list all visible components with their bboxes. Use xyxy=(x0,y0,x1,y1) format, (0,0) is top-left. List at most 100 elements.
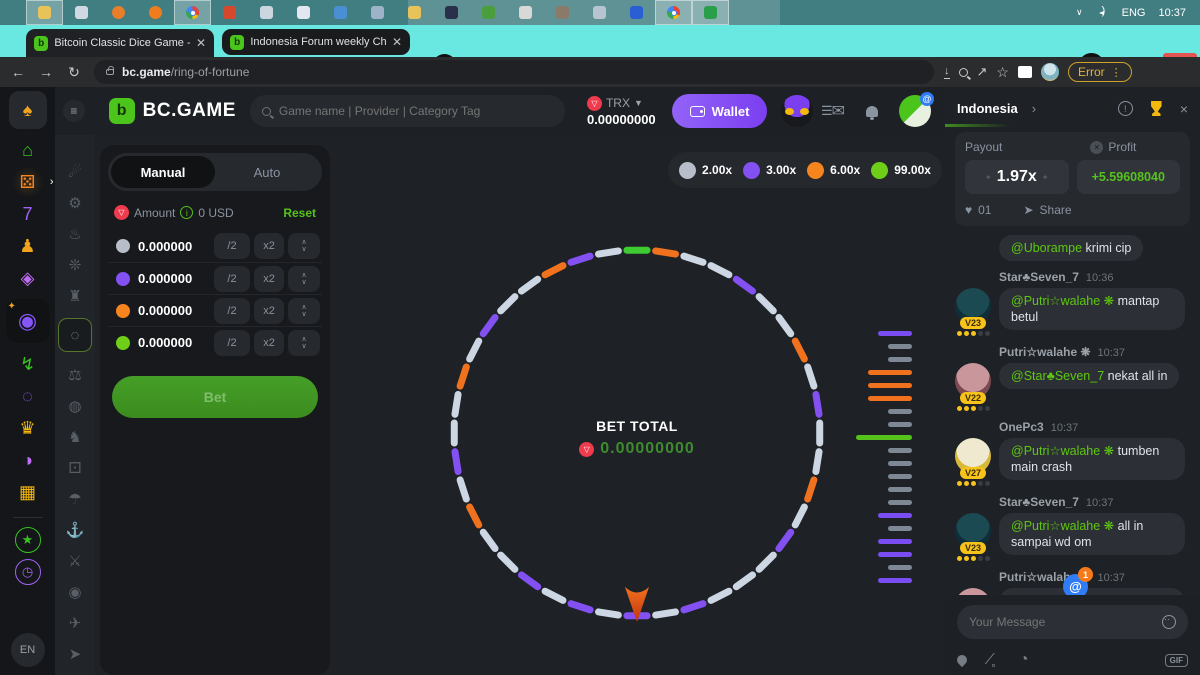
forward-button[interactable]: → xyxy=(32,64,60,80)
chat-bubble[interactable]: @Putri☆walahe ❋ tumben main crash xyxy=(999,438,1185,480)
address-bar[interactable]: bc.game/ring-of-fortune xyxy=(94,60,934,84)
firefox-icon[interactable] xyxy=(137,0,174,25)
nav-sports-icon[interactable]: 7 xyxy=(11,199,45,229)
slash-command-icon[interactable]: ∕˳ xyxy=(989,651,997,669)
tray-chevron-icon[interactable]: ∨ xyxy=(1076,7,1083,18)
nav-vip-icon[interactable]: ♛ xyxy=(11,413,45,443)
game-roulette-icon[interactable]: ⚓ xyxy=(66,521,84,538)
screen-capture-icon[interactable] xyxy=(581,0,618,25)
username[interactable]: OnePc3 xyxy=(999,420,1044,434)
chat-room-name[interactable]: Indonesia xyxy=(957,101,1018,116)
avatar[interactable] xyxy=(955,588,991,595)
game-plinko-icon[interactable]: ⚙ xyxy=(66,194,84,211)
tab1-close-icon[interactable]: ✕ xyxy=(196,36,206,50)
volume-icon[interactable] xyxy=(1096,8,1109,18)
share-icon[interactable]: ↗ xyxy=(977,64,988,80)
nav-casino-icon[interactable]: ⚄› xyxy=(11,167,45,197)
chrome-icon[interactable] xyxy=(174,0,211,25)
browser-menu-icon[interactable]: ⋮ xyxy=(1111,66,1122,79)
media-encoder-icon[interactable] xyxy=(618,0,655,25)
nav-live-casino-icon[interactable]: ♟ xyxy=(11,231,45,261)
rain-icon[interactable] xyxy=(955,653,969,667)
chat-rules-icon[interactable]: ! xyxy=(1118,101,1133,116)
share-label[interactable]: Share xyxy=(1040,203,1072,217)
game-search-input[interactable] xyxy=(279,104,553,118)
pidgin-icon[interactable] xyxy=(433,0,470,25)
side-panel-icon[interactable] xyxy=(1018,66,1032,78)
tab2-close-icon[interactable]: ✕ xyxy=(392,35,402,49)
shared-bet-card[interactable]: Payout ✕Profit ✦1.97x✦ +5.59608040 ♥ 01 xyxy=(955,132,1190,226)
game-rocket-icon[interactable]: ➤ xyxy=(66,645,84,662)
chrome-profile-icon[interactable] xyxy=(655,0,692,25)
chat-bubble[interactable]: @Putri☆walahe ❋ mantap betul xyxy=(999,288,1185,330)
chat-close-icon[interactable]: × xyxy=(1180,101,1188,117)
user-avatar[interactable] xyxy=(781,95,812,127)
game-swords-icon[interactable]: ⚔ xyxy=(66,552,84,569)
game-keno-icon[interactable]: ♞ xyxy=(66,428,84,445)
nav-home-icon[interactable]: ⌂ xyxy=(11,135,45,165)
chat-room-chevron-icon[interactable]: › xyxy=(1032,101,1036,116)
coco-ball-icon[interactable]: ◔ xyxy=(1019,651,1029,669)
balance-widget[interactable]: ▽ TRX ▼ 0.00000000 xyxy=(587,96,656,127)
username[interactable]: Star♣Seven_7 xyxy=(999,270,1079,284)
game-limbo-icon[interactable]: ☂ xyxy=(66,490,84,507)
chat-bubble[interactable]: @Putri☆walahe ❋ all in sampai wd om xyxy=(999,513,1185,555)
mention-link[interactable]: @Star♣Seven_7 xyxy=(1011,369,1104,383)
file-explorer-icon[interactable] xyxy=(26,0,63,25)
game-wheel-icon[interactable]: ◉ xyxy=(66,583,84,600)
game-search[interactable] xyxy=(250,95,565,127)
emoji-icon[interactable] xyxy=(1162,615,1176,629)
browser-tab-1[interactable]: b Bitcoin Classic Dice Game - Play D ✕ xyxy=(26,29,214,57)
game-jet-icon[interactable]: ✈ xyxy=(66,614,84,631)
browser-profile-avatar[interactable] xyxy=(1041,63,1059,81)
paint-icon[interactable] xyxy=(322,0,359,25)
account-menu-icon[interactable]: ☰ xyxy=(821,103,832,119)
brand-logo[interactable]: b BC.GAME xyxy=(109,98,236,124)
language-button[interactable]: EN xyxy=(11,633,45,667)
magnifier-icon[interactable] xyxy=(359,0,396,25)
chat-bubble[interactable]: @Uborampe krimi cip xyxy=(999,235,1143,261)
browser-tab-2[interactable]: b Indonesia Forum weekly Challeng ✕ xyxy=(222,29,410,55)
notifications-bell-icon[interactable] xyxy=(866,106,878,117)
game-dice-icon[interactable]: ⚀ xyxy=(66,459,84,476)
profile-avatar[interactable]: @ xyxy=(899,95,931,127)
nav-battle-icon[interactable]: ◑ xyxy=(11,445,45,475)
wordpad-icon[interactable] xyxy=(285,0,322,25)
color-wheel-icon[interactable] xyxy=(507,0,544,25)
excel-icon[interactable] xyxy=(692,0,729,25)
bcgame-logo-icon[interactable]: ♠ xyxy=(9,91,47,129)
game-ring-of-fortune-icon[interactable]: ◌ xyxy=(58,318,92,352)
game-coinflip-icon[interactable]: ◍ xyxy=(66,397,84,414)
game-hash-dice-icon[interactable]: ♨ xyxy=(66,225,84,242)
nav-affiliate-icon[interactable]: ▦ xyxy=(11,477,45,507)
chat-bubble[interactable]: @OnePc3 iya ☐ kesel gara" lunamayat xyxy=(999,588,1185,595)
lock-icon[interactable] xyxy=(106,69,114,75)
gif-icon[interactable]: GIF xyxy=(1165,654,1188,667)
folder-files-icon[interactable] xyxy=(396,0,433,25)
media-player-icon[interactable] xyxy=(100,0,137,25)
reload-button[interactable]: ↻ xyxy=(60,64,88,81)
nav-recent-icon[interactable]: ◷ xyxy=(11,558,45,588)
language-indicator[interactable]: ENG xyxy=(1122,7,1146,19)
mention-link[interactable]: @Putri☆walahe ❋ xyxy=(1011,294,1114,308)
nav-rewards-icon[interactable]: ★ xyxy=(11,526,45,556)
share-arrow-icon[interactable]: ➤ xyxy=(1023,203,1033,217)
username[interactable]: Putri☆walahe ❋ xyxy=(999,345,1091,359)
mention-link[interactable]: @Uborampe xyxy=(1011,241,1082,255)
nav-ring-of-fortune-icon[interactable]: ◉✦ xyxy=(6,299,50,343)
downloads-icon[interactable]: ↓ xyxy=(944,65,950,79)
mail-icon[interactable]: ✉ xyxy=(832,101,845,121)
red-book-app-icon[interactable] xyxy=(211,0,248,25)
trophy-icon[interactable] xyxy=(1149,101,1164,116)
display-settings-icon[interactable] xyxy=(63,0,100,25)
nav-promotions-icon[interactable]: ◈ xyxy=(11,263,45,293)
zoom-icon[interactable] xyxy=(959,68,968,77)
username[interactable]: Star♣Seven_7 xyxy=(999,495,1079,509)
error-button[interactable]: Error ⋮ xyxy=(1068,62,1132,82)
game-mine-icon[interactable]: ❊ xyxy=(66,256,84,273)
message-input[interactable] xyxy=(969,615,1162,629)
back-button[interactable]: ← xyxy=(4,64,32,80)
mention-link[interactable]: @Putri☆walahe ❋ xyxy=(1011,519,1114,533)
message-input-wrap[interactable] xyxy=(957,605,1188,639)
game-tower-icon[interactable]: ♜ xyxy=(66,287,84,304)
